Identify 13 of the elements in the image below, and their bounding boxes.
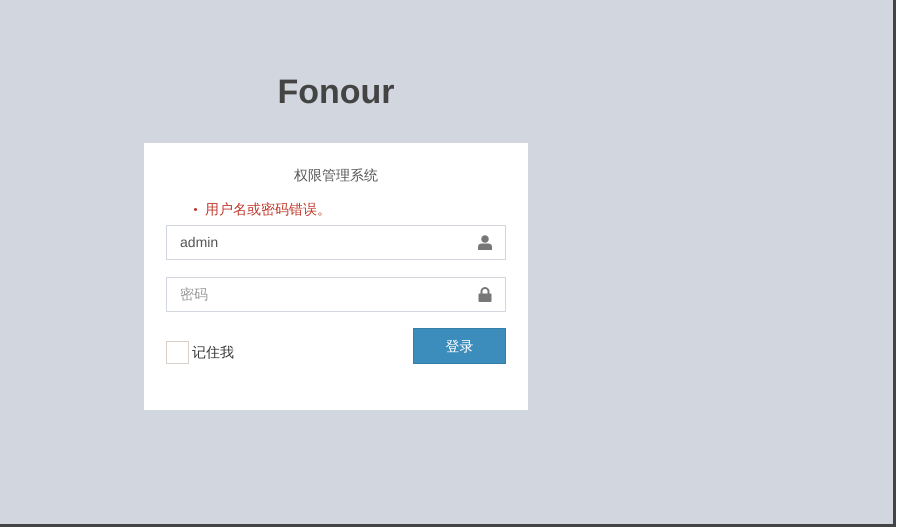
error-message: 用户名或密码错误。 bbox=[205, 200, 331, 219]
remember-label: 记住我 bbox=[192, 342, 234, 362]
user-icon bbox=[478, 235, 492, 250]
username-input[interactable]: admin bbox=[180, 232, 478, 253]
login-button[interactable]: 登录 bbox=[413, 328, 506, 364]
password-field[interactable]: 密码 bbox=[166, 277, 506, 312]
logo: Fonour bbox=[277, 72, 395, 113]
username-field[interactable]: admin bbox=[166, 225, 506, 260]
password-input[interactable]: 密码 bbox=[180, 284, 478, 305]
lock-icon bbox=[478, 287, 492, 302]
remember-checkbox[interactable] bbox=[166, 340, 189, 364]
bullet-icon bbox=[194, 208, 197, 210]
login-title: 权限管理系统 bbox=[294, 166, 378, 185]
